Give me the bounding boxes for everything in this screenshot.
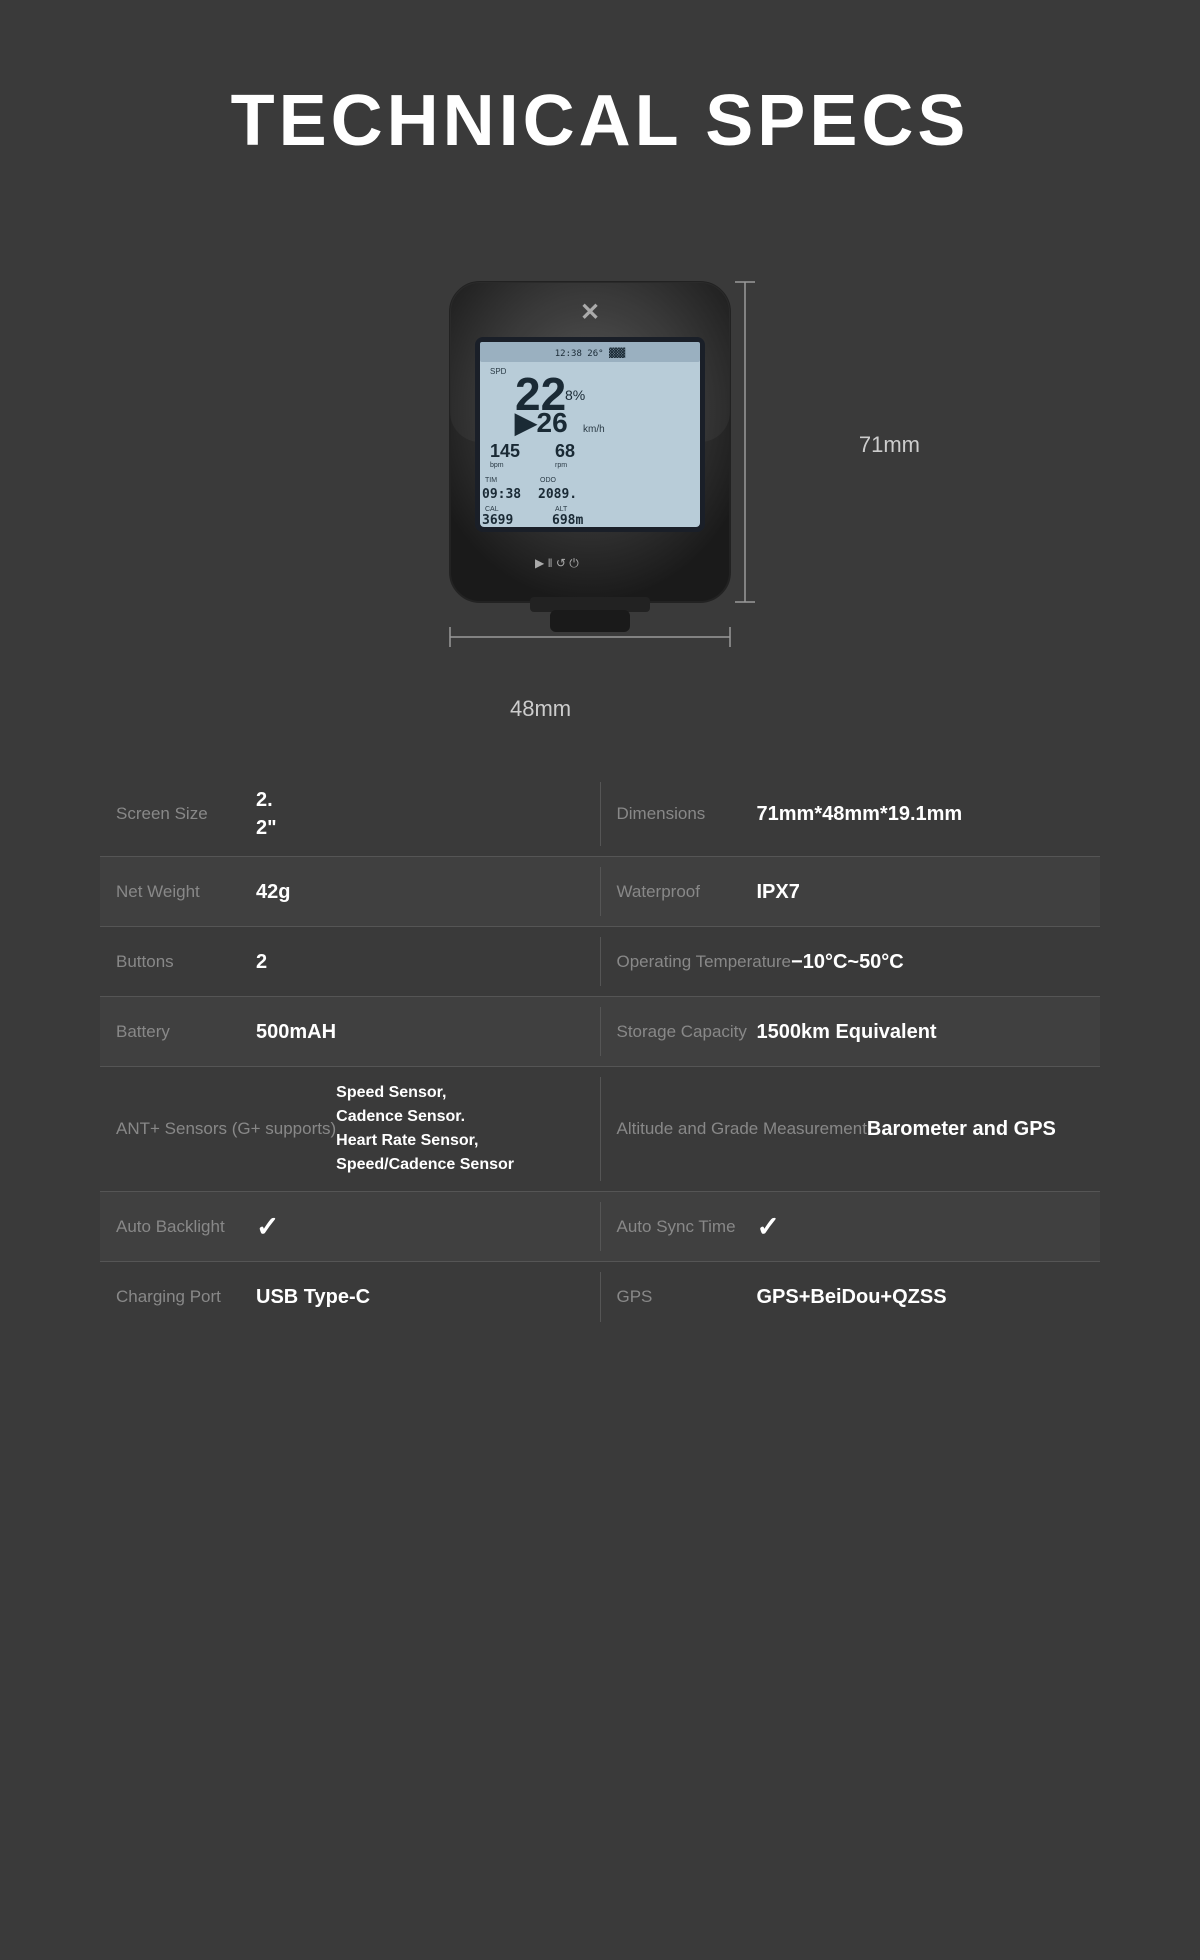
spec-label-left-5: Auto Backlight xyxy=(116,1215,256,1239)
svg-text:▶ ‖ ↺ ⏻: ▶ ‖ ↺ ⏻ xyxy=(535,556,579,570)
spec-cell-left-5: Auto Backlight ✓ xyxy=(100,1192,600,1261)
svg-text:3699: 3699 xyxy=(482,513,513,528)
spec-row-0: Screen Size 2.2" Dimensions 71mm*48mm*19… xyxy=(100,772,1100,857)
spec-value-right-4: Barometer and GPS xyxy=(867,1115,1084,1143)
spec-value-left-1: 42g xyxy=(256,878,584,906)
spec-label-right-2: Operating Temperature xyxy=(617,950,792,974)
spec-value-right-6: GPS+BeiDou+QZSS xyxy=(757,1283,1085,1311)
spec-cell-left-4: ANT+ Sensors (G+ supports) Speed Sensor,… xyxy=(100,1067,600,1191)
spec-cell-right-1: Waterproof IPX7 xyxy=(601,857,1101,926)
spec-label-right-4: Altitude and Grade Measurement xyxy=(617,1117,867,1141)
spec-label-right-6: GPS xyxy=(617,1285,757,1309)
spec-value-right-2: −10°C~50°C xyxy=(791,948,1084,976)
spec-value-left-3: 500mAH xyxy=(256,1018,584,1046)
specs-table: Screen Size 2.2" Dimensions 71mm*48mm*19… xyxy=(100,772,1100,1332)
spec-label-left-0: Screen Size xyxy=(116,802,256,826)
spec-row-1: Net Weight 42g Waterproof IPX7 xyxy=(100,857,1100,927)
svg-text:698m: 698m xyxy=(552,513,583,528)
spec-row-2: Buttons 2 Operating Temperature −10°C~50… xyxy=(100,927,1100,997)
svg-text:09:38: 09:38 xyxy=(482,487,521,502)
spec-cell-left-1: Net Weight 42g xyxy=(100,857,600,926)
svg-text:2089.: 2089. xyxy=(538,487,577,502)
spec-cell-right-4: Altitude and Grade Measurement Barometer… xyxy=(601,1067,1101,1191)
svg-text:68: 68 xyxy=(555,441,575,461)
svg-text:rpm: rpm xyxy=(555,462,567,469)
svg-text:8%: 8% xyxy=(565,387,585,403)
svg-text:ODO: ODO xyxy=(540,477,557,484)
svg-text:km/h: km/h xyxy=(583,424,605,435)
spec-cell-right-5: Auto Sync Time ✓ xyxy=(601,1192,1101,1261)
device-svg: ✕ 12:38 26° ▓▓▓ SPD 22 8% ▶26 km/h 145 b… xyxy=(400,262,780,657)
spec-value-left-6: USB Type-C xyxy=(256,1283,584,1311)
svg-text:✕: ✕ xyxy=(580,299,600,326)
spec-cell-left-3: Battery 500mAH xyxy=(100,997,600,1066)
spec-label-left-3: Battery xyxy=(116,1020,256,1044)
dimension-horizontal-label: 48mm xyxy=(510,696,571,722)
spec-value-right-0: 71mm*48mm*19.1mm xyxy=(757,800,1085,828)
svg-text:12:38 26° ▓▓▓: 12:38 26° ▓▓▓ xyxy=(555,347,626,359)
spec-label-left-6: Charging Port xyxy=(116,1285,256,1309)
spec-row-4: ANT+ Sensors (G+ supports) Speed Sensor,… xyxy=(100,1067,1100,1192)
spec-value-right-3: 1500km Equivalent xyxy=(757,1018,1085,1046)
spec-row-5: Auto Backlight ✓ Auto Sync Time ✓ xyxy=(100,1192,1100,1262)
svg-text:bpm: bpm xyxy=(490,462,504,469)
spec-cell-right-6: GPS GPS+BeiDou+QZSS xyxy=(601,1262,1101,1332)
spec-label-right-5: Auto Sync Time xyxy=(617,1215,757,1239)
svg-text:ALT: ALT xyxy=(555,506,568,513)
spec-value-right-1: IPX7 xyxy=(757,878,1085,906)
spec-label-right-3: Storage Capacity xyxy=(617,1020,757,1044)
spec-label-left-2: Buttons xyxy=(116,950,256,974)
spec-row-6: Charging Port USB Type-C GPS GPS+BeiDou+… xyxy=(100,1262,1100,1332)
spec-value-left-4: Speed Sensor,Cadence Sensor.Heart Rate S… xyxy=(336,1081,583,1177)
spec-value-right-5: ✓ xyxy=(757,1210,780,1243)
spec-value-left-0: 2.2" xyxy=(256,786,584,842)
spec-value-left-2: 2 xyxy=(256,948,584,976)
spec-label-right-1: Waterproof xyxy=(617,880,757,904)
spec-value-left-5: ✓ xyxy=(256,1210,279,1243)
spec-label-left-4: ANT+ Sensors (G+ supports) xyxy=(116,1117,336,1141)
spec-cell-left-0: Screen Size 2.2" xyxy=(100,772,600,856)
svg-text:SPD: SPD xyxy=(490,367,507,376)
dimension-vertical-label: 71mm xyxy=(859,432,920,458)
svg-text:▶26: ▶26 xyxy=(514,407,568,438)
svg-text:145: 145 xyxy=(490,441,520,461)
svg-text:TIM: TIM xyxy=(485,477,497,484)
spec-cell-right-2: Operating Temperature −10°C~50°C xyxy=(601,927,1101,996)
device-image-container: ✕ 12:38 26° ▓▓▓ SPD 22 8% ▶26 km/h 145 b… xyxy=(350,232,850,692)
svg-text:CAL: CAL xyxy=(485,506,499,513)
spec-cell-right-0: Dimensions 71mm*48mm*19.1mm xyxy=(601,772,1101,856)
spec-cell-left-6: Charging Port USB Type-C xyxy=(100,1262,600,1332)
spec-label-left-1: Net Weight xyxy=(116,880,256,904)
spec-row-3: Battery 500mAH Storage Capacity 1500km E… xyxy=(100,997,1100,1067)
spec-cell-right-3: Storage Capacity 1500km Equivalent xyxy=(601,997,1101,1066)
spec-label-right-0: Dimensions xyxy=(617,802,757,826)
page-title: TECHNICAL SPECS xyxy=(231,80,970,162)
spec-cell-left-2: Buttons 2 xyxy=(100,927,600,996)
